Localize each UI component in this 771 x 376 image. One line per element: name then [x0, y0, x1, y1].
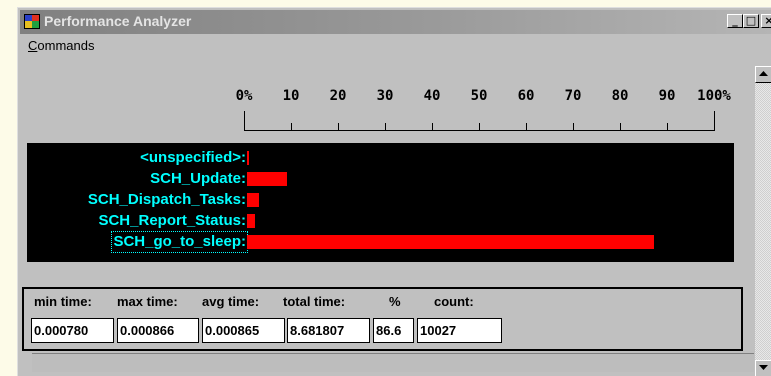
close-button[interactable]: ×: [761, 14, 771, 28]
performance-analyzer-app-icon[interactable]: [24, 14, 41, 30]
bar-row[interactable]: SCH_go_to_sleep:: [27, 231, 734, 253]
arrow-up-icon[interactable]: [755, 66, 771, 83]
total-time-value: 8.681807: [287, 318, 370, 343]
scale-label: 10: [282, 88, 300, 104]
bar-chart-panel: <unspecified>: SCH_Update: SCH_Dispatch_Ta…: [27, 143, 734, 262]
avg-time-value: 0.000865: [202, 318, 285, 343]
min-time-value: 0.000780: [31, 318, 114, 343]
bar-label[interactable]: <unspecified>:: [140, 149, 246, 167]
avg-time-header: avg time:: [202, 294, 260, 309]
ruler-tick: [714, 111, 715, 131]
bar-label[interactable]: SCH_Update:: [150, 170, 246, 188]
percent-header: %: [389, 294, 401, 309]
ruler-tick: [479, 123, 480, 131]
percent-value: 86.6: [373, 318, 414, 343]
bar-label[interactable]: SCH_go_to_sleep:: [111, 231, 248, 253]
bar-row[interactable]: SCH_Update:: [27, 170, 734, 188]
stats-panel: min time: max time: avg time: total time…: [22, 287, 743, 351]
scale-label: 80: [611, 88, 629, 104]
scale-label: 60: [517, 88, 535, 104]
vertical-scrollbar[interactable]: [755, 66, 771, 376]
ruler-tick: [573, 123, 574, 131]
ruler-tick: [338, 123, 339, 131]
maximize-button[interactable]: □: [743, 14, 759, 28]
ruler-tick: [291, 123, 292, 131]
scale-label: 0%: [235, 88, 253, 104]
percent-scale-labels: 0% 10 20 30 40 50 60 70 80 90 100%: [18, 88, 748, 104]
scale-label: 40: [423, 88, 441, 104]
bar-label[interactable]: SCH_Dispatch_Tasks:: [88, 191, 246, 209]
scale-label: 100%: [697, 88, 731, 104]
scale-label: 30: [376, 88, 394, 104]
menu-commands-label: ommands: [37, 38, 95, 53]
max-time-header: max time:: [117, 294, 178, 309]
count-header: count:: [434, 294, 474, 309]
scale-label: 90: [658, 88, 676, 104]
ruler-tick: [526, 123, 527, 131]
scale-label: 70: [564, 88, 582, 104]
bar: [247, 214, 255, 228]
arrow-down-icon[interactable]: [755, 360, 771, 376]
minimize-button[interactable]: _: [727, 14, 743, 28]
ruler-tick: [667, 123, 668, 131]
bar-row[interactable]: SCH_Report_Status:: [27, 212, 734, 230]
scale-label: 20: [329, 88, 347, 104]
bar: [247, 193, 259, 207]
menu-commands[interactable]: Commands: [28, 38, 94, 53]
percent-ruler: [244, 111, 715, 131]
bar-label[interactable]: SCH_Report_Status:: [98, 212, 246, 230]
bar: [247, 235, 654, 249]
title-bar[interactable]: Performance Analyzer _ □ ×: [20, 10, 771, 34]
bar: [247, 151, 249, 165]
horizontal-scrollbar[interactable]: [32, 353, 754, 372]
total-time-header: total time:: [283, 294, 346, 309]
ruler-tick: [385, 123, 386, 131]
menu-bar: Commands: [28, 38, 94, 58]
ruler-tick: [432, 123, 433, 131]
bar: [247, 172, 287, 186]
ruler-tick: [620, 123, 621, 131]
bar-row[interactable]: <unspecified>:: [27, 149, 734, 167]
ruler-tick: [244, 111, 245, 131]
scale-label: 50: [470, 88, 488, 104]
bar-row[interactable]: SCH_Dispatch_Tasks:: [27, 191, 734, 209]
max-time-value: 0.000866: [117, 318, 199, 343]
count-value: 10027: [417, 318, 502, 343]
performance-analyzer-window: Performance Analyzer _ □ × Commands 0% 10…: [17, 7, 771, 376]
menu-commands-accelerator: C: [28, 38, 38, 53]
min-time-header: min time:: [34, 294, 92, 309]
window-title: Performance Analyzer: [44, 13, 192, 29]
